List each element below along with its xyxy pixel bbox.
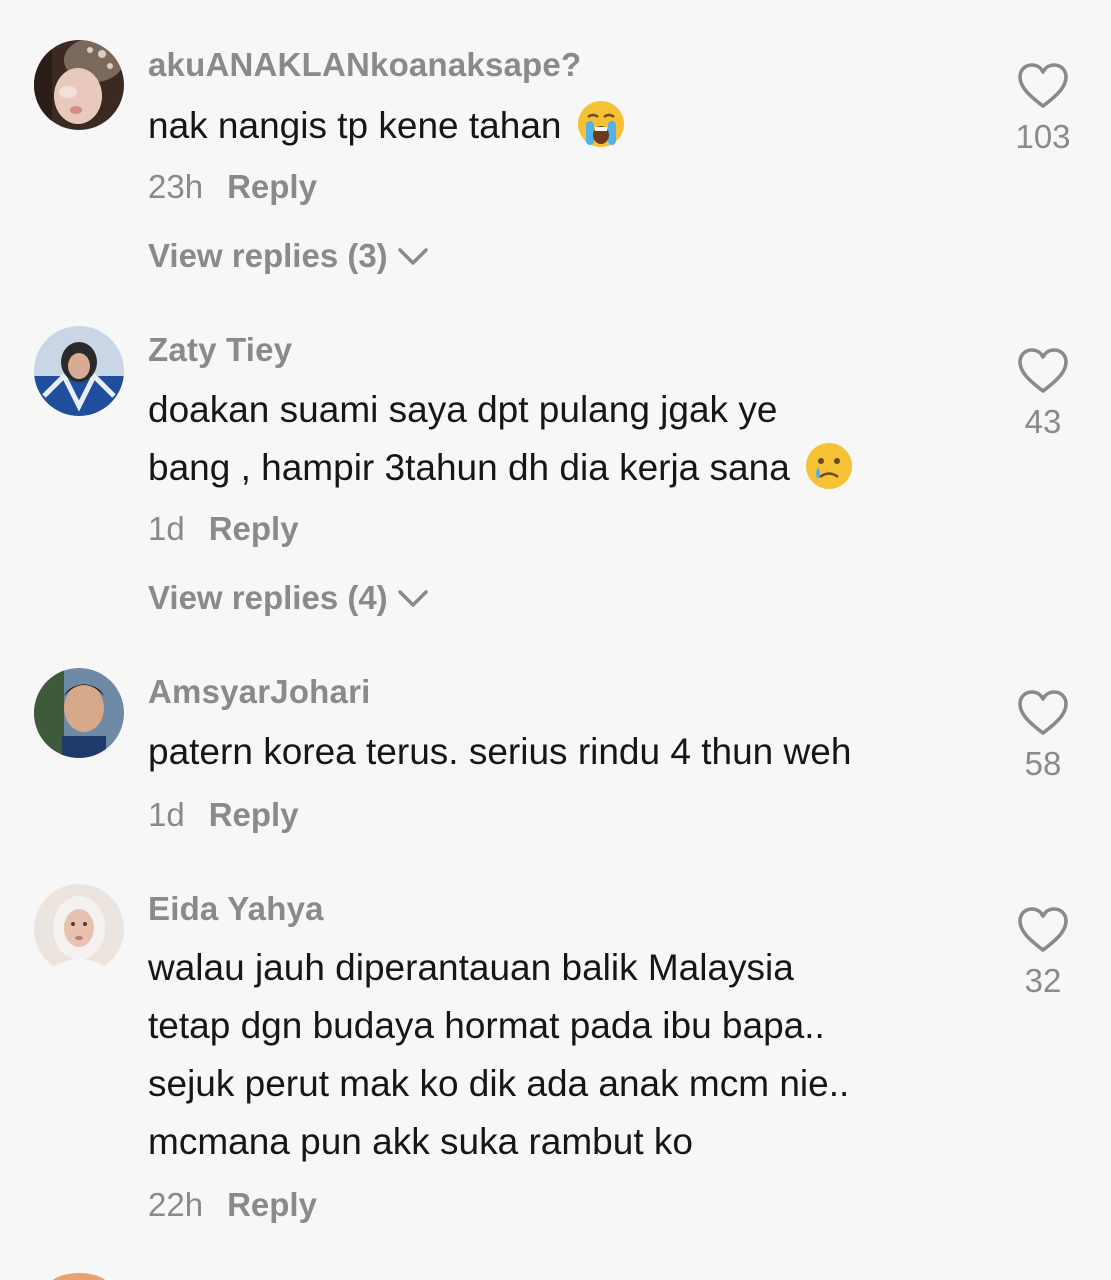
comment-feed: akuANAKLANkoanaksape? nak nangis tp kene… bbox=[0, 0, 1111, 1280]
like-count: 103 bbox=[1015, 118, 1071, 155]
comment-username[interactable]: AmsyarJohari bbox=[148, 673, 371, 711]
avatar[interactable] bbox=[34, 884, 124, 974]
comment-text: doakan suami saya dpt pulang jgak ye ban… bbox=[148, 381, 854, 497]
comment-username[interactable]: akuANAKLANkoanaksape? bbox=[148, 46, 581, 84]
comment-username[interactable]: Zaty Tiey bbox=[148, 331, 292, 369]
heart-outline-icon bbox=[1018, 907, 1068, 952]
comment-text: nak nangis tp kene tahan bbox=[148, 97, 626, 155]
view-replies-button[interactable]: View replies (4) bbox=[148, 579, 430, 617]
chevron-down-icon bbox=[397, 590, 428, 608]
comment-text-line: mcmana pun akk suka rambut ko bbox=[148, 1121, 693, 1162]
reply-button[interactable]: Reply bbox=[227, 1186, 317, 1223]
chevron-down-icon bbox=[397, 248, 428, 266]
comment-meta: 1d Reply bbox=[148, 510, 299, 548]
view-replies-button[interactable]: View replies (3) bbox=[148, 237, 430, 275]
heart-outline-icon bbox=[1018, 348, 1068, 393]
comment-timestamp: 22h bbox=[148, 1186, 204, 1223]
comment-username[interactable]: Eida Yahya bbox=[148, 890, 324, 928]
comment-text-line: walau jauh diperantauan balik Malaysia bbox=[148, 947, 794, 988]
avatar[interactable] bbox=[34, 668, 124, 758]
like-button[interactable]: 103 bbox=[1010, 62, 1076, 156]
comment-meta: 22h Reply bbox=[148, 1186, 317, 1224]
heart-outline-icon bbox=[1018, 690, 1068, 735]
comment-text-line: sejuk perut mak ko dik ada anak mcm nie.… bbox=[148, 1063, 850, 1104]
comment-text-line: nak nangis tp kene tahan bbox=[148, 105, 562, 146]
like-button[interactable]: 58 bbox=[1010, 689, 1076, 783]
comment-text: walau jauh diperantauan balik Malaysia t… bbox=[148, 939, 849, 1171]
avatar[interactable] bbox=[34, 326, 124, 416]
comment-text-line: doakan suami saya dpt pulang jgak ye bbox=[148, 389, 778, 430]
comment-timestamp: 1d bbox=[148, 510, 185, 547]
comment-meta: 23h Reply bbox=[148, 168, 317, 206]
comment-text-line: tetap dgn budaya hormat pada ibu bapa.. bbox=[148, 1005, 825, 1046]
like-count: 58 bbox=[1024, 745, 1062, 782]
comment-timestamp: 1d bbox=[148, 796, 185, 833]
crying-face-emoji bbox=[804, 441, 854, 491]
view-replies-label: View replies (4) bbox=[148, 579, 388, 616]
reply-button[interactable]: Reply bbox=[209, 510, 299, 547]
reply-button[interactable]: Reply bbox=[227, 168, 317, 205]
like-count: 43 bbox=[1024, 403, 1062, 440]
like-count: 32 bbox=[1024, 962, 1062, 999]
comment-timestamp: 23h bbox=[148, 168, 204, 205]
comment-text-line: bang , hampir 3tahun dh dia kerja sana bbox=[148, 447, 790, 488]
like-button[interactable]: 43 bbox=[1010, 347, 1076, 441]
reply-button[interactable]: Reply bbox=[209, 796, 299, 833]
comment-text: patern korea terus. serius rindu 4 thun … bbox=[148, 723, 851, 781]
avatar[interactable] bbox=[34, 40, 124, 130]
heart-outline-icon bbox=[1018, 63, 1068, 108]
view-replies-label: View replies (3) bbox=[148, 237, 388, 274]
like-button[interactable]: 32 bbox=[1010, 906, 1076, 1000]
comment-text-line: patern korea terus. serius rindu 4 thun … bbox=[148, 731, 852, 772]
comment-meta: 1d Reply bbox=[148, 796, 299, 834]
avatar[interactable] bbox=[48, 1273, 110, 1280]
loudly-crying-face-emoji bbox=[576, 99, 626, 149]
